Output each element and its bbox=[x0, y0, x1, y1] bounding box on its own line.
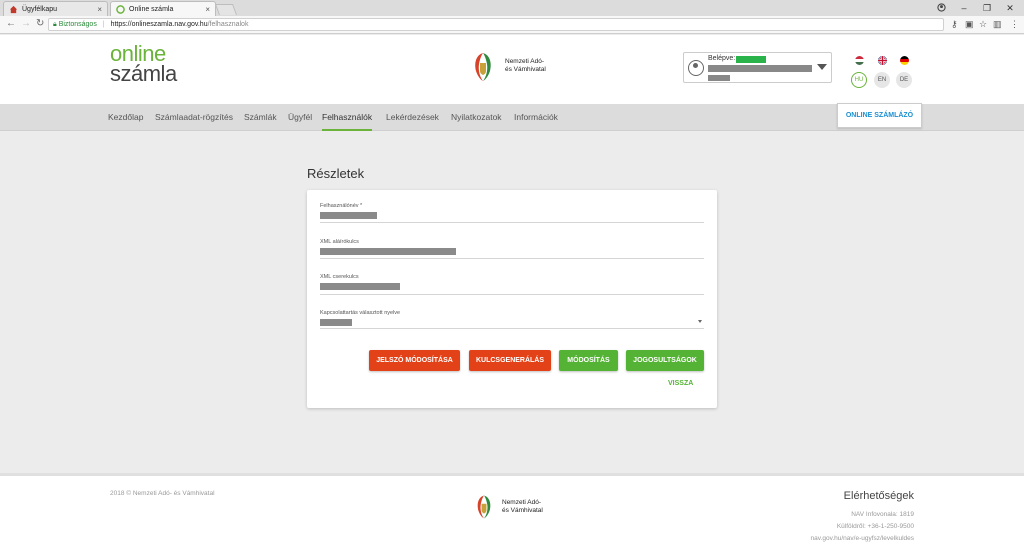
permissions-button[interactable]: JOGOSULTSÁGOK bbox=[626, 350, 704, 371]
back-arrow-icon[interactable]: ← bbox=[6, 18, 16, 29]
house-icon bbox=[9, 5, 18, 14]
redacted-signing-key-value bbox=[320, 248, 456, 255]
abroad-phone-text: Külföldről: +36-1-250-9500 bbox=[836, 523, 914, 530]
url-path: /felhasznalok bbox=[207, 21, 249, 28]
minimize-window-button[interactable]: – bbox=[953, 0, 975, 16]
browser-toolbar: ← → ↻ 🔒︎ Biztonságos | https://onlinesza… bbox=[0, 16, 1024, 34]
signing-key-field[interactable]: XML aláírókulcs bbox=[320, 239, 704, 259]
nav-item-nyilatkozatok[interactable]: Nyilatkozatok bbox=[451, 104, 502, 131]
hungarian-flag-icon bbox=[854, 56, 864, 65]
agency-line2: és Vámhivatal bbox=[505, 66, 546, 73]
username-field[interactable]: Felhasználónév * bbox=[320, 203, 704, 223]
page-title: Részletek bbox=[307, 166, 365, 181]
site-header: online számla Nemzeti Adó- és Vámhivatal… bbox=[0, 35, 1024, 104]
browser-tab-online-szamla[interactable]: Online számla × bbox=[110, 1, 216, 16]
user-avatar-icon bbox=[688, 60, 704, 76]
forward-arrow-icon[interactable]: → bbox=[21, 18, 31, 29]
online-szamlazo-button[interactable]: ONLINE SZÁMLÁZÓ bbox=[837, 103, 922, 128]
dropdown-arrow-icon bbox=[698, 320, 702, 323]
language-en[interactable]: EN bbox=[873, 54, 891, 88]
online-szamla-favicon-icon bbox=[116, 5, 125, 14]
tab-title: Ügyfélkapu bbox=[22, 6, 58, 13]
new-tab-button[interactable] bbox=[214, 4, 238, 15]
uk-flag-icon bbox=[876, 55, 888, 66]
german-flag-icon bbox=[899, 56, 909, 65]
key-icon[interactable]: ⚷ bbox=[951, 19, 958, 30]
redacted-user-name bbox=[708, 65, 812, 72]
agency-name: Nemzeti Adó- és Vámhivatal bbox=[505, 58, 546, 74]
tab-title: Online számla bbox=[129, 6, 174, 13]
generate-keys-button[interactable]: KULCSGENERÁLÁS bbox=[469, 350, 551, 371]
agency-line2: és Vámhivatal bbox=[502, 507, 543, 514]
nav-item-ugyfel[interactable]: Ügyfél bbox=[288, 104, 312, 131]
agency-line1: Nemzeti Adó- bbox=[502, 499, 542, 506]
details-card: Felhasználónév * XML aláírókulcs XML cse… bbox=[307, 190, 717, 408]
agency-line1: Nemzeti Adó- bbox=[505, 58, 545, 65]
url-host: https://onlineszamla.nav.gov.hu bbox=[110, 21, 208, 28]
infoline-text: NAV Infovonala: 1819 bbox=[851, 511, 914, 518]
redacted-username-value bbox=[320, 212, 377, 219]
redacted-exchange-key-value bbox=[320, 283, 400, 290]
nav-item-informaciok[interactable]: Információk bbox=[514, 104, 558, 131]
language-code: HU bbox=[851, 72, 867, 88]
reload-icon[interactable]: ↻ bbox=[36, 18, 44, 29]
redacted-language-value bbox=[320, 319, 352, 326]
footer-agency-name: Nemzeti Adó- és Vámhivatal bbox=[502, 499, 543, 515]
nav-item-kezdolap[interactable]: Kezdőlap bbox=[108, 104, 143, 131]
nav-item-felhasznalok[interactable]: Felhasználók bbox=[322, 104, 373, 131]
url-separator: | bbox=[102, 21, 105, 28]
close-tab-icon[interactable]: × bbox=[205, 2, 210, 17]
nav-item-lekerdezesek[interactable]: Lekérdezések bbox=[386, 104, 439, 131]
extension-icon[interactable]: ▥ bbox=[993, 19, 1002, 30]
site-footer: 2018 © Nemzeti Adó- és Vámhivatal Nemzet… bbox=[0, 473, 1024, 554]
copyright-text: 2018 © Nemzeti Adó- és Vámhivatal bbox=[110, 490, 215, 497]
redacted-user-id bbox=[708, 75, 730, 81]
nav-emblem-icon bbox=[477, 495, 491, 519]
translate-icon[interactable]: ▣ bbox=[965, 19, 974, 30]
close-tab-icon[interactable]: × bbox=[97, 2, 102, 17]
close-window-button[interactable]: ✕ bbox=[999, 0, 1021, 16]
nav-emblem-icon bbox=[475, 53, 491, 81]
language-select-label: Kapcsolattartás választott nyelve bbox=[320, 310, 401, 316]
language-code: DE bbox=[896, 72, 912, 88]
user-menu[interactable]: Belépve: bbox=[683, 52, 832, 83]
contact-url-link[interactable]: nav.gov.hu/nav/e-ugyfsz/levelkuldes bbox=[811, 535, 914, 542]
username-label: Felhasználónév * bbox=[320, 203, 363, 209]
nav-item-szamlak[interactable]: Számlák bbox=[244, 104, 277, 131]
logged-in-label: Belépve: bbox=[708, 55, 736, 62]
profile-icon[interactable] bbox=[930, 0, 952, 16]
nav-item-szamlaadat-rogzites[interactable]: Számlaadat-rögzítés bbox=[155, 104, 233, 131]
logo-line2: számla bbox=[110, 61, 177, 86]
browser-tab-bar: Ügyfélkapu × Online számla × – ❐ ✕ bbox=[0, 0, 1024, 16]
back-link[interactable]: VISSZA bbox=[668, 380, 693, 387]
exchange-key-field[interactable]: XML cserekulcs bbox=[320, 274, 704, 295]
redacted-user-status bbox=[736, 56, 766, 63]
restore-window-button[interactable]: ❐ bbox=[976, 0, 998, 16]
contact-title: Elérhetőségek bbox=[843, 490, 914, 502]
signing-key-label: XML aláírókulcs bbox=[320, 239, 359, 245]
change-password-button[interactable]: JELSZÓ MÓDOSÍTÁSA bbox=[369, 350, 460, 371]
bookmark-star-icon[interactable]: ☆ bbox=[979, 19, 987, 30]
exchange-key-label: XML cserekulcs bbox=[320, 274, 359, 280]
browser-tab-ugyfelkapu[interactable]: Ügyfélkapu × bbox=[3, 1, 108, 16]
lock-icon: 🔒︎ bbox=[53, 21, 57, 28]
language-select[interactable]: Kapcsolattartás választott nyelve bbox=[320, 310, 704, 329]
secure-label: Biztonságos bbox=[58, 21, 97, 28]
language-de[interactable]: DE bbox=[895, 54, 913, 88]
online-szamla-logo[interactable]: online számla bbox=[110, 43, 190, 86]
menu-dots-icon[interactable]: ⋮ bbox=[1010, 19, 1019, 30]
address-bar[interactable]: 🔒︎ Biztonságos | https://onlineszamla.na… bbox=[48, 18, 944, 31]
language-hu[interactable]: HU bbox=[850, 54, 868, 88]
modify-button[interactable]: MÓDOSÍTÁS bbox=[559, 350, 618, 371]
language-code: EN bbox=[874, 72, 890, 88]
chevron-down-icon bbox=[817, 64, 827, 70]
